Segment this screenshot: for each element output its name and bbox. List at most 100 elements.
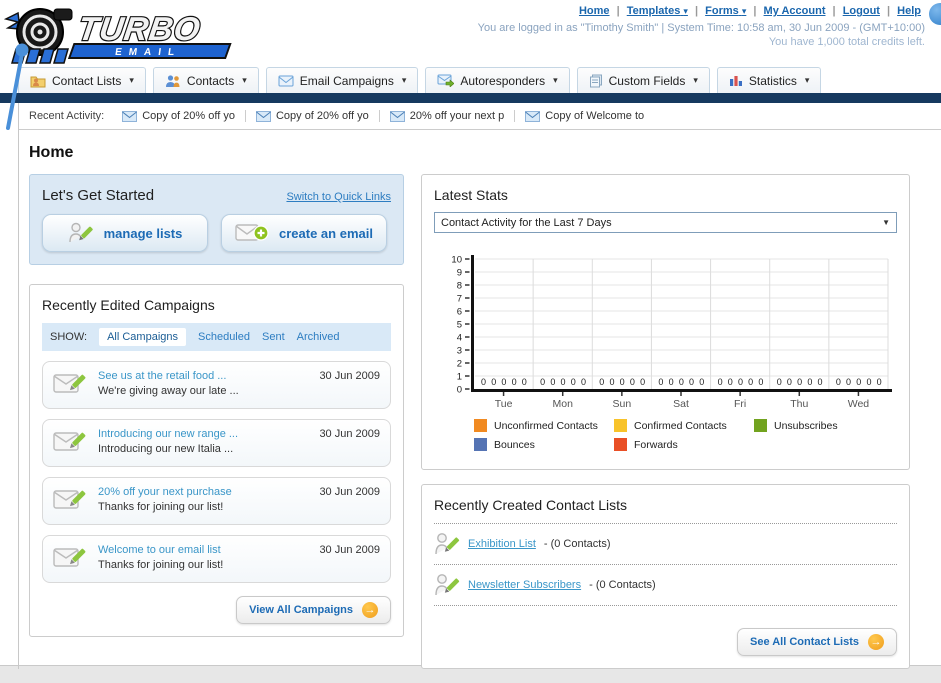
y-tick (465, 310, 470, 312)
main-content: Home Let's Get Started Switch to Quick L… (19, 130, 941, 669)
view-all-campaigns-button[interactable]: View All Campaigns → (236, 596, 391, 624)
link-forms[interactable]: Forms ▾ (705, 5, 746, 17)
campaign-card[interactable]: Introducing our new range ... Introducin… (42, 419, 391, 467)
nav-tab-statistics[interactable]: Statistics ▾ (716, 67, 822, 93)
turbo-email-logo: TURBO EMAIL (3, 3, 240, 70)
x-tick (798, 392, 801, 396)
value-label: 0 (512, 377, 517, 387)
nav-tab-label: Statistics (748, 73, 797, 88)
filter-sent[interactable]: Sent (262, 331, 285, 343)
link-home[interactable]: Home (579, 5, 610, 17)
y-tick (465, 388, 470, 390)
manage-lists-label: manage lists (103, 225, 183, 241)
value-label: 0 (540, 377, 545, 387)
value-label: 0 (877, 377, 882, 387)
envelope-edit-icon (53, 374, 86, 393)
contact-list-count: - (0 Contacts) (589, 579, 656, 591)
y-tick (465, 336, 470, 338)
y-tick-label: 3 (457, 346, 462, 357)
nav-tab-custom-fields[interactable]: Custom Fields ▾ (576, 67, 710, 93)
value-label: 0 (491, 377, 496, 387)
value-label: 0 (748, 377, 753, 387)
link-templates[interactable]: Templates ▾ (627, 5, 688, 17)
envelope-edit-icon (53, 432, 86, 451)
chevron-down-icon: ▾ (741, 6, 747, 16)
contact-list-item[interactable]: Newsletter Subscribers - (0 Contacts) (434, 565, 897, 606)
legend-label: Forwards (634, 438, 678, 451)
nav-tab-autoresponders[interactable]: Autoresponders ▾ (425, 67, 570, 93)
campaign-card[interactable]: 20% off your next purchase Thanks for jo… (42, 477, 391, 525)
y-tick (465, 284, 470, 286)
y-tick (465, 258, 470, 260)
value-label: 0 (630, 377, 635, 387)
stats-report-dropdown[interactable]: Contact Activity for the Last 7 Days ▼ (434, 212, 897, 233)
help-bubble-icon[interactable] (929, 3, 941, 25)
envelope-icon (122, 110, 138, 122)
credits-status-text: You have 1,000 total credits left. (768, 36, 925, 48)
filter-archived[interactable]: Archived (297, 331, 340, 343)
legend-label: Unconfirmed Contacts (494, 419, 598, 432)
person-pencil-icon (435, 574, 460, 596)
value-label: 0 (550, 377, 555, 387)
contact-list-name-link[interactable]: Exhibition List (468, 538, 536, 550)
content-surface: TURBO EMAIL Home | Templates ▾ | Forms ▾… (0, 0, 941, 669)
x-tick-label: Wed (848, 398, 870, 410)
contact-list-name-link[interactable]: Newsletter Subscribers (468, 579, 581, 591)
nav-tab-contact-lists[interactable]: Contact Lists ▾ (18, 67, 146, 93)
recent-campaigns-panel: Recently Edited Campaigns SHOW: All Camp… (29, 284, 404, 637)
envelope-edit-icon (53, 548, 86, 567)
contact-lists-panel: Recently Created Contact Lists Exhibitio… (421, 484, 910, 669)
show-label: SHOW: (50, 331, 88, 343)
x-tick-label: Tue (495, 398, 513, 410)
manage-lists-button[interactable]: manage lists (42, 214, 208, 252)
value-label: 0 (846, 377, 851, 387)
y-tick-label: 7 (457, 294, 462, 305)
svg-text:TURBO: TURBO (76, 11, 203, 48)
campaigns-filter-bar: SHOW: All Campaigns Scheduled Sent Archi… (42, 323, 391, 351)
email-campaigns-icon (278, 75, 294, 86)
pin-decoration (2, 42, 32, 135)
value-label: 0 (620, 377, 625, 387)
legend-label: Bounces (494, 438, 535, 451)
recent-activity-item[interactable]: Copy of 20% off yo (120, 110, 246, 122)
contact-activity-chart: 0123456789100 0 0 0 0Tue0 0 0 0 0Mon0 0 0 0 0Sun0 0 0 0… (451, 255, 892, 410)
legend-swatch-icon (754, 419, 767, 432)
x-tick-label: Sun (613, 398, 632, 410)
arrow-right-icon: → (868, 634, 884, 650)
contacts-icon (165, 74, 180, 87)
x-tick-label: Thu (790, 398, 808, 410)
autoresponders-icon (437, 74, 455, 87)
campaign-title-link[interactable]: Welcome to our email list (98, 544, 310, 556)
latest-stats-panel: Latest Stats Contact Activity for the La… (421, 174, 910, 470)
create-email-label: create an email (279, 225, 373, 241)
recent-activity-item[interactable]: 20% off your next p (388, 110, 516, 122)
x-tick-label: Fri (734, 398, 746, 410)
navy-divider-bar (0, 93, 941, 103)
recent-activity-item[interactable]: Copy of 20% off yo (254, 110, 380, 122)
envelope-icon (525, 110, 541, 122)
value-label: 0 (658, 377, 663, 387)
filter-scheduled[interactable]: Scheduled (198, 331, 250, 343)
link-help[interactable]: Help (897, 5, 921, 17)
chevron-down-icon: ▾ (683, 6, 688, 16)
link-my-account[interactable]: My Account (764, 5, 826, 17)
nav-tab-email-campaigns[interactable]: Email Campaigns ▾ (265, 67, 419, 93)
campaign-card[interactable]: Welcome to our email list Thanks for joi… (42, 535, 391, 583)
legend-item: Unconfirmed Contacts (474, 419, 614, 432)
see-all-contact-lists-button[interactable]: See All Contact Lists → (736, 628, 897, 656)
create-email-button[interactable]: create an email (221, 214, 387, 252)
nav-tab-contacts[interactable]: Contacts ▾ (152, 67, 259, 93)
filter-all-campaigns[interactable]: All Campaigns (99, 328, 186, 346)
campaign-subtitle: Thanks for joining our list! (98, 559, 224, 571)
recent-activity-item[interactable]: Copy of Welcome to (523, 110, 654, 122)
campaign-title-link[interactable]: See us at the retail food ... (98, 370, 310, 382)
campaign-title-link[interactable]: 20% off your next purchase (98, 486, 310, 498)
contact-list-item[interactable]: Exhibition List - (0 Contacts) (434, 524, 897, 565)
value-label: 0 (818, 377, 823, 387)
link-logout[interactable]: Logout (843, 5, 880, 17)
switch-quick-links[interactable]: Switch to Quick Links (286, 191, 391, 203)
campaign-card[interactable]: See us at the retail food ... We're givi… (42, 361, 391, 409)
campaign-title-link[interactable]: Introducing our new range ... (98, 428, 310, 440)
campaigns-title: Recently Edited Campaigns (42, 297, 215, 313)
value-label: 0 (758, 377, 763, 387)
